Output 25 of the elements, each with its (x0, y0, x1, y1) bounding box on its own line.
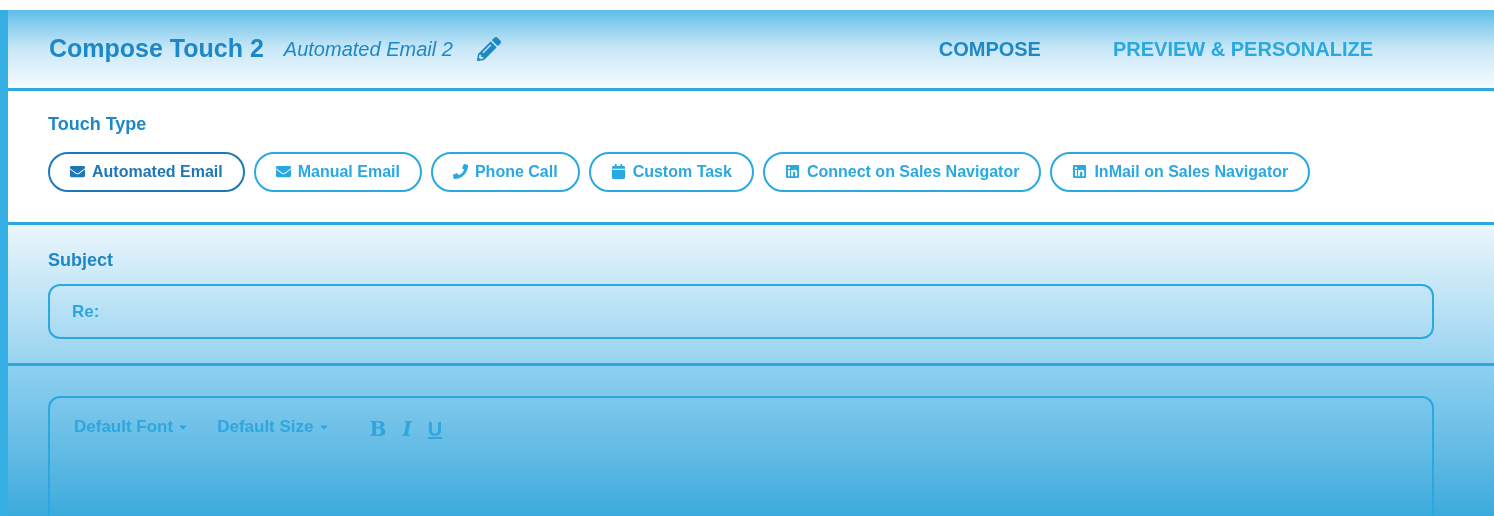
italic-button[interactable]: I (402, 414, 412, 444)
touch-type-button[interactable]: Custom Task (588, 151, 754, 192)
edit-icon[interactable] (476, 36, 501, 61)
phone-icon (452, 164, 468, 180)
touch-type-button[interactable]: Manual Email (253, 151, 422, 192)
calendar-icon (610, 164, 626, 180)
touch-type-button[interactable]: InMail on Sales Navigator (1050, 151, 1311, 192)
bold-button[interactable]: B (369, 414, 387, 444)
tab[interactable]: PREVIEW & PERSONALIZE (1112, 33, 1373, 64)
touch-type-button[interactable]: Automated Email (48, 151, 245, 192)
envelope-icon (70, 164, 85, 180)
linkedin-icon (1072, 164, 1088, 180)
touch-type-button[interactable]: Connect on Sales Navigator (762, 151, 1042, 192)
touch-type-button[interactable]: Phone Call (430, 151, 580, 192)
dropdown-button[interactable]: Default Size (217, 414, 330, 440)
section-label: Subject (48, 249, 113, 273)
touch-name: Automated Email 2 (283, 36, 453, 62)
underline-button[interactable]: U (427, 414, 443, 444)
section-label: Touch Type (48, 112, 147, 136)
linkedin-icon (784, 164, 800, 180)
subject-field[interactable]: Re: (48, 284, 1434, 340)
envelope-icon (275, 164, 291, 180)
tab[interactable]: COMPOSE (938, 33, 1041, 64)
page-title: Compose Touch 2 (49, 33, 264, 65)
dropdown-button[interactable]: Default Font (74, 414, 190, 440)
